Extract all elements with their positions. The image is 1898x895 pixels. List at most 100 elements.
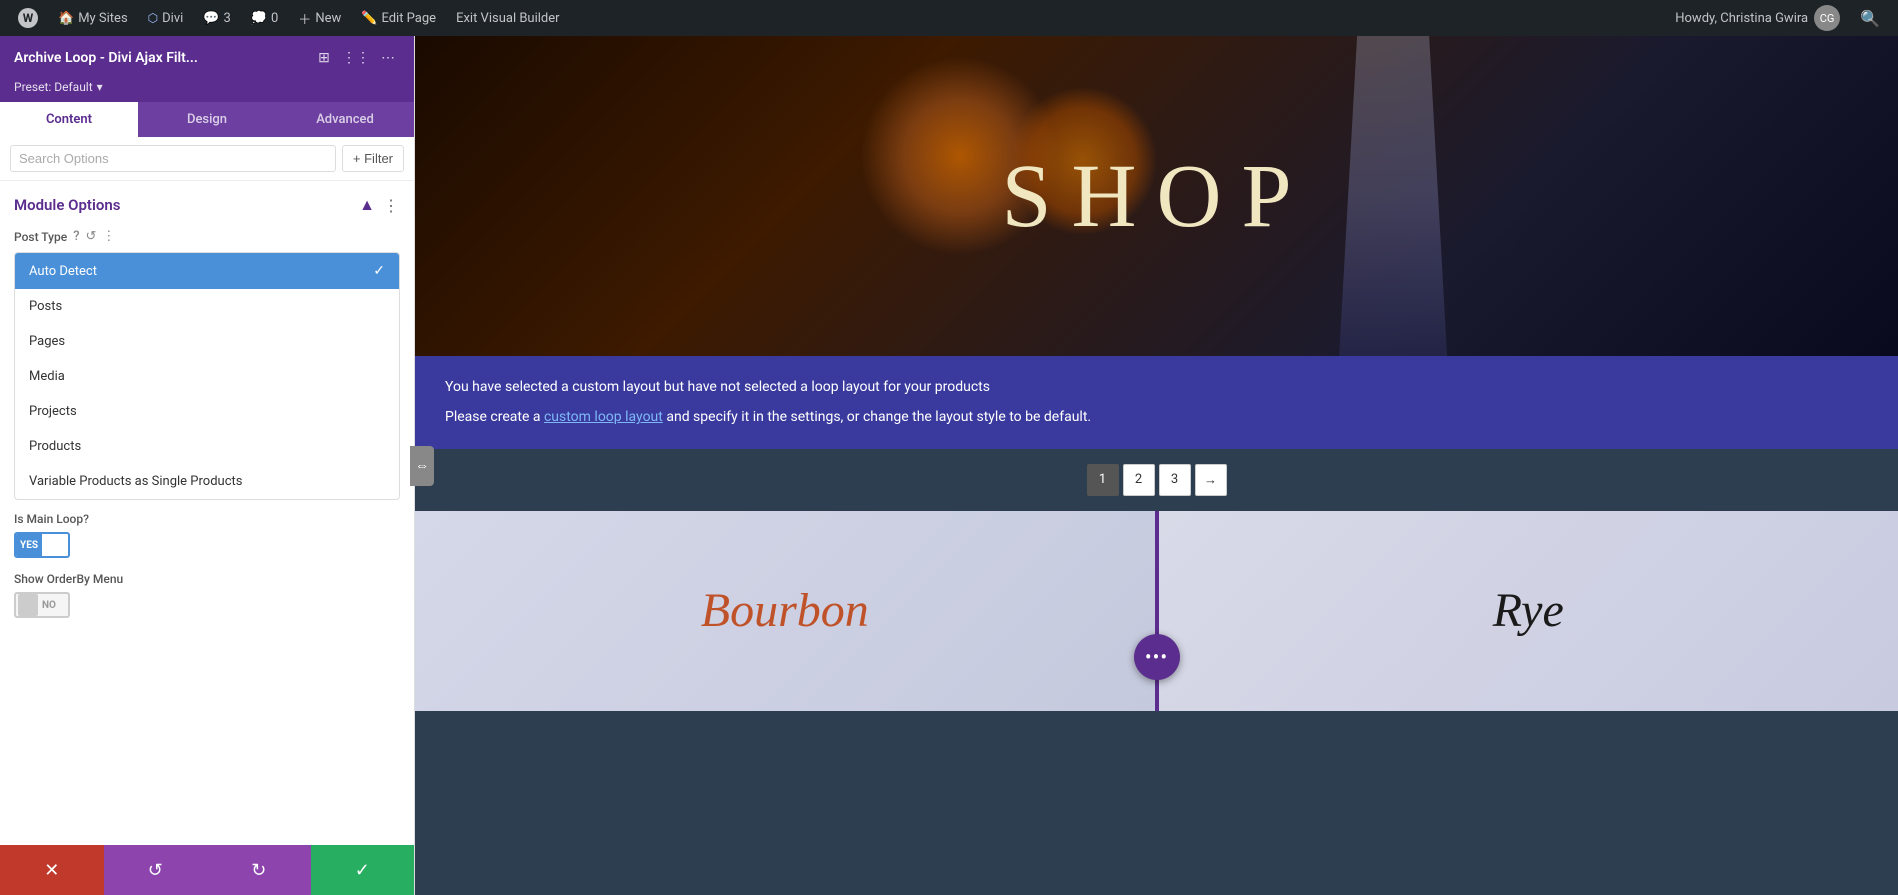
panel-more-icon[interactable]: ⋯ (376, 46, 400, 70)
page-btn-2[interactable]: 2 (1123, 464, 1155, 496)
toggle-no-label: NO (38, 594, 60, 616)
fab-button[interactable]: ••• (1134, 634, 1180, 680)
section-collapse-icon[interactable]: ▲ (359, 195, 375, 215)
edit-page-item[interactable]: ✏️ Edit Page (353, 0, 444, 36)
notice-text-line2: Please create a custom loop layout and s… (445, 406, 1868, 428)
divi-icon: ⬡ (148, 11, 158, 25)
howdy-greeting: Howdy, Christina Gwira CG (1667, 5, 1848, 31)
exit-builder-item[interactable]: Exit Visual Builder (448, 0, 567, 36)
house-icon: 🏠 (58, 11, 74, 26)
panel-columns-icon[interactable]: ⋮⋮ (344, 46, 368, 70)
notice-text-content: You have selected a custom layout but ha… (445, 379, 990, 395)
product-rye-name: Rye (1493, 583, 1564, 638)
show-orderby-toggle-container: NO (14, 592, 400, 618)
bubble-icon: 💭 (251, 11, 267, 26)
undo-button[interactable]: ↺ (104, 845, 208, 895)
page-btn-next[interactable]: → (1195, 464, 1227, 496)
dropdown-item-media[interactable]: Media (15, 359, 399, 394)
panel-tabs: Content Design Advanced (0, 102, 414, 137)
left-panel: Archive Loop - Divi Ajax Filt... ⊞ ⋮⋮ ⋯ … (0, 36, 415, 895)
is-main-loop-field: Is Main Loop? YES (14, 512, 400, 558)
search-bar: + Filter (0, 137, 414, 181)
divi-label: Divi (162, 11, 183, 26)
tab-advanced[interactable]: Advanced (276, 102, 414, 137)
preset-bar: Preset: Default ▾ (0, 80, 414, 102)
dropdown-item-auto-detect[interactable]: Auto Detect ✓ (15, 253, 399, 289)
cancel-button[interactable]: ✕ (0, 845, 104, 895)
cancel-icon: ✕ (44, 860, 59, 881)
post-type-help-icon[interactable]: ? (73, 229, 79, 244)
comments-item[interactable]: 💬 3 (195, 0, 239, 36)
page-btn-3[interactable]: 3 (1159, 464, 1191, 496)
bubble-item[interactable]: 💭 0 (243, 0, 287, 36)
dropdown-item-pages[interactable]: Pages (15, 324, 399, 359)
notice-end-text: and specify it in the settings, or chang… (666, 409, 1091, 425)
pagination: 1 2 3 → (415, 449, 1898, 511)
filter-button[interactable]: + Filter (342, 145, 404, 172)
undo-icon: ↺ (148, 860, 163, 881)
post-type-label: Post Type (14, 230, 67, 244)
product-thumb-bourbon[interactable]: Bourbon (415, 511, 1155, 711)
admin-bar-left: W 🏠 My Sites ⬡ Divi 💬 3 💭 0 ＋ New ✏️ Edi… (10, 0, 1667, 36)
filter-label: + Filter (353, 151, 393, 166)
wp-logo: W (18, 8, 38, 28)
tab-content[interactable]: Content (0, 102, 138, 137)
post-type-dropdown: Auto Detect ✓ Posts Pages Media Projects (14, 252, 400, 500)
save-button[interactable]: ✓ (311, 845, 415, 895)
bubble-count: 0 (271, 11, 278, 26)
howdy-text: Howdy, Christina Gwira (1675, 11, 1808, 26)
panel-toggle-arrow[interactable]: ⇔ (410, 446, 434, 486)
redo-button[interactable]: ↻ (207, 845, 311, 895)
my-sites-item[interactable]: 🏠 My Sites (50, 0, 136, 36)
tab-design-label: Design (187, 112, 227, 127)
product-row: Bourbon Rye (415, 511, 1898, 711)
product-bourbon-name: Bourbon (701, 583, 869, 638)
pencil-icon: ✏️ (361, 11, 377, 26)
post-type-field: Post Type ? ↺ ⋮ Auto Detect ✓ Posts Page… (14, 229, 400, 500)
preset-label[interactable]: Preset: Default (14, 80, 93, 94)
save-icon: ✓ (355, 860, 370, 881)
toggle-thumb-yes (44, 534, 64, 556)
dropdown-item-pages-label: Pages (29, 334, 65, 349)
admin-search-icon[interactable]: 🔍 (1852, 9, 1888, 28)
notice-subtext: Please create a (445, 409, 540, 425)
show-orderby-toggle[interactable]: NO (14, 592, 70, 618)
divi-item[interactable]: ⬡ Divi (140, 0, 192, 36)
bottom-action-bar: ✕ ↺ ↻ ✓ (0, 845, 414, 895)
my-sites-label: My Sites (78, 11, 127, 26)
dropdown-item-posts-label: Posts (29, 299, 62, 314)
glass-decoration (1333, 36, 1453, 356)
post-type-reset-icon[interactable]: ↺ (86, 229, 97, 244)
dropdown-item-variable-products-label: Variable Products as Single Products (29, 474, 242, 489)
tab-design[interactable]: Design (138, 102, 276, 137)
comment-icon: 💬 (203, 11, 219, 26)
module-options-section-header: Module Options ▲ ⋮ (14, 195, 400, 215)
post-type-label-row: Post Type ? ↺ ⋮ (14, 229, 400, 244)
dropdown-item-posts[interactable]: Posts (15, 289, 399, 324)
admin-bar: W 🏠 My Sites ⬡ Divi 💬 3 💭 0 ＋ New ✏️ Edi… (0, 0, 1898, 36)
section-controls: ▲ ⋮ (359, 195, 400, 215)
panel-header: Archive Loop - Divi Ajax Filt... ⊞ ⋮⋮ ⋯ (0, 36, 414, 80)
dropdown-item-projects-label: Projects (29, 404, 77, 419)
new-item[interactable]: ＋ New (290, 0, 349, 36)
search-options-input[interactable] (10, 145, 336, 172)
main-layout: Archive Loop - Divi Ajax Filt... ⊞ ⋮⋮ ⋯ … (0, 36, 1898, 895)
dropdown-item-products[interactable]: Products (15, 429, 399, 464)
page-btn-1[interactable]: 1 (1087, 464, 1119, 496)
show-orderby-label: Show OrderBy Menu (14, 572, 400, 586)
post-type-more-icon[interactable]: ⋮ (102, 229, 115, 244)
notice-banner: You have selected a custom layout but ha… (415, 356, 1898, 449)
fab-icon: ••• (1145, 645, 1168, 669)
section-more-icon[interactable]: ⋮ (383, 196, 400, 215)
redo-icon: ↻ (251, 860, 266, 881)
dropdown-item-variable-products[interactable]: Variable Products as Single Products (15, 464, 399, 499)
panel-content: Module Options ▲ ⋮ Post Type ? ↺ ⋮ Auto … (0, 181, 414, 845)
wp-logo-item[interactable]: W (10, 0, 46, 36)
dropdown-item-projects[interactable]: Projects (15, 394, 399, 429)
exit-builder-label: Exit Visual Builder (456, 11, 559, 26)
is-main-loop-toggle[interactable]: YES (14, 532, 70, 558)
panel-grid-icon[interactable]: ⊞ (312, 46, 336, 70)
toggle-thumb-no (18, 594, 38, 616)
custom-loop-layout-link[interactable]: custom loop layout (544, 409, 663, 425)
product-thumb-rye[interactable]: Rye (1155, 511, 1898, 711)
